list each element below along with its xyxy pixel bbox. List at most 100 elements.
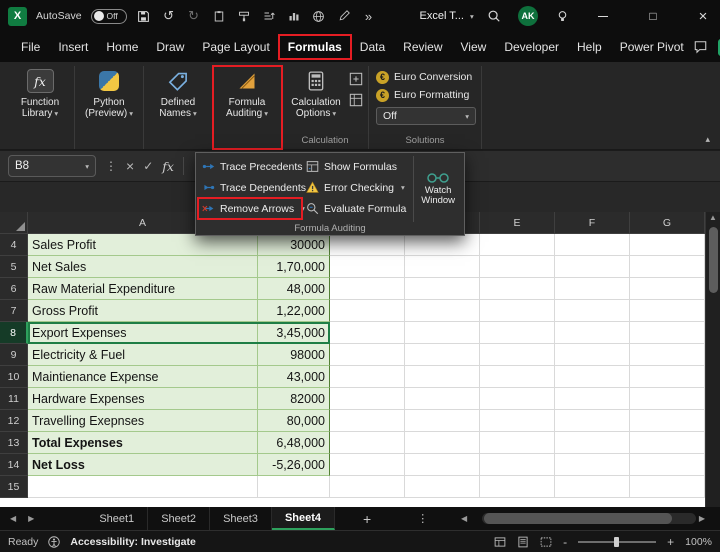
evaluate-formula-item[interactable]: Evaluate Formula [302, 198, 413, 219]
name-box-splitter-icon[interactable]: ⋮ [105, 159, 117, 173]
select-all-corner[interactable] [0, 212, 28, 234]
cell-A11[interactable]: Hardware Expenses [28, 388, 258, 410]
cell-D10[interactable] [405, 366, 480, 388]
cell-C8[interactable] [330, 322, 405, 344]
python-preview-button[interactable]: Python (Preview)▾ [80, 66, 138, 119]
cell-B10[interactable]: 43,000 [258, 366, 330, 388]
cell-B11[interactable]: 82000 [258, 388, 330, 410]
cell-G9[interactable] [630, 344, 705, 366]
cell-G13[interactable] [630, 432, 705, 454]
cell-E5[interactable] [480, 256, 555, 278]
cell-A15[interactable] [28, 476, 258, 498]
cell-A10[interactable]: Maintienance Expense [28, 366, 258, 388]
enter-icon[interactable]: ✓ [143, 159, 153, 173]
row-header-5[interactable]: 5 [0, 256, 28, 278]
tab-insert[interactable]: Insert [49, 35, 97, 59]
cell-A5[interactable]: Net Sales [28, 256, 258, 278]
cell-F7[interactable] [555, 300, 630, 322]
vertical-scroll-thumb[interactable] [709, 227, 718, 293]
hscroll-left-arrow-icon[interactable]: ◀ [461, 514, 467, 523]
tab-developer[interactable]: Developer [495, 35, 568, 59]
language-globe-icon[interactable] [311, 8, 327, 24]
accessibility-status[interactable]: Accessibility: Investigate [70, 536, 195, 548]
cell-B4[interactable]: 30000 [258, 234, 330, 256]
cell-E11[interactable] [480, 388, 555, 410]
cell-C6[interactable] [330, 278, 405, 300]
cell-D8[interactable] [405, 322, 480, 344]
cell-G12[interactable] [630, 410, 705, 432]
error-checking-item[interactable]: Error Checking ▾ [302, 177, 413, 198]
cell-B12[interactable]: 80,000 [258, 410, 330, 432]
cell-F5[interactable] [555, 256, 630, 278]
cell-G15[interactable] [630, 476, 705, 498]
euro-conversion-button[interactable]: € Euro Conversion [374, 68, 476, 86]
cell-D7[interactable] [405, 300, 480, 322]
collapse-ribbon-chevron[interactable]: ▴ [705, 134, 710, 145]
cell-A9[interactable]: Electricity & Fuel [28, 344, 258, 366]
cell-C12[interactable] [330, 410, 405, 432]
euro-formatting-button[interactable]: € Euro Formatting [374, 86, 476, 104]
cell-A6[interactable]: Raw Material Expenditure [28, 278, 258, 300]
cell-D14[interactable] [405, 454, 480, 476]
cell-B5[interactable]: 1,70,000 [258, 256, 330, 278]
autosave-toggle[interactable]: Off [91, 9, 127, 24]
comments-icon[interactable] [693, 40, 708, 54]
tab-file[interactable]: File [12, 35, 49, 59]
tab-view[interactable]: View [452, 35, 496, 59]
row-header-12[interactable]: 12 [0, 410, 28, 432]
cell-F13[interactable] [555, 432, 630, 454]
tab-help[interactable]: Help [568, 35, 611, 59]
tab-formulas[interactable]: Formulas [279, 35, 351, 59]
show-formulas-item[interactable]: Show Formulas [302, 156, 413, 177]
cell-F8[interactable] [555, 322, 630, 344]
cell-E6[interactable] [480, 278, 555, 300]
cell-F15[interactable] [555, 476, 630, 498]
cell-A4[interactable]: Sales Profit [28, 234, 258, 256]
row-header-6[interactable]: 6 [0, 278, 28, 300]
horizontal-scroll-thumb[interactable] [484, 513, 672, 524]
cell-C13[interactable] [330, 432, 405, 454]
cell-E14[interactable] [480, 454, 555, 476]
cell-E15[interactable] [480, 476, 555, 498]
row-header-13[interactable]: 13 [0, 432, 28, 454]
row-header-11[interactable]: 11 [0, 388, 28, 410]
tab-page-layout[interactable]: Page Layout [193, 35, 278, 59]
cell-D11[interactable] [405, 388, 480, 410]
cell-B7[interactable]: 1,22,000 [258, 300, 330, 322]
zoom-level[interactable]: 100% [685, 536, 712, 548]
cell-G6[interactable] [630, 278, 705, 300]
row-header-14[interactable]: 14 [0, 454, 28, 476]
avatar[interactable]: AK [518, 6, 538, 26]
cell-G8[interactable] [630, 322, 705, 344]
search-icon[interactable] [486, 8, 502, 24]
cell-F11[interactable] [555, 388, 630, 410]
add-sheet-button[interactable]: + [363, 511, 371, 527]
cell-A7[interactable]: Gross Profit [28, 300, 258, 322]
function-library-button[interactable]: fx Function Library▾ [11, 66, 69, 119]
format-painter-icon[interactable] [236, 8, 252, 24]
cell-F9[interactable] [555, 344, 630, 366]
more-commands-chevron[interactable]: » [361, 8, 377, 24]
calculation-options-button[interactable]: Calculation Options▾ [287, 66, 345, 119]
sheet-tab-sheet1[interactable]: Sheet1 [86, 507, 148, 530]
column-header-f[interactable]: F [555, 212, 630, 234]
cell-D6[interactable] [405, 278, 480, 300]
cell-B6[interactable]: 48,000 [258, 278, 330, 300]
cell-F14[interactable] [555, 454, 630, 476]
cell-C15[interactable] [330, 476, 405, 498]
remove-arrows-item[interactable]: Remove Arrows ▾ [198, 198, 302, 219]
cell-D12[interactable] [405, 410, 480, 432]
cell-D5[interactable] [405, 256, 480, 278]
tab-draw[interactable]: Draw [147, 35, 193, 59]
trace-dependents-item[interactable]: Trace Dependents [198, 177, 302, 198]
cell-G10[interactable] [630, 366, 705, 388]
sheet-options-icon[interactable]: ⋮ [417, 512, 428, 525]
cell-G14[interactable] [630, 454, 705, 476]
cancel-icon[interactable]: × [126, 158, 134, 174]
cell-C5[interactable] [330, 256, 405, 278]
cell-F10[interactable] [555, 366, 630, 388]
excel-app-icon[interactable]: X [8, 7, 27, 26]
cell-D15[interactable] [405, 476, 480, 498]
sort-ascending-icon[interactable] [261, 8, 277, 24]
insert-function-icon[interactable]: fx [162, 159, 174, 174]
